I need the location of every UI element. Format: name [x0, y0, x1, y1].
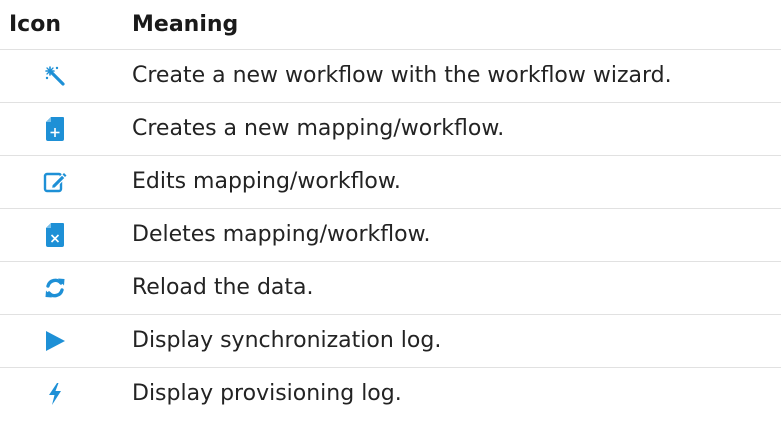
edit-icon [40, 167, 70, 197]
play-icon [40, 326, 70, 356]
row-meaning: Deletes mapping/workflow. [132, 222, 431, 247]
delete-document-icon [40, 220, 70, 250]
row-meaning: Create a new workflow with the workflow … [132, 63, 672, 88]
table-row: Creates a new mapping/workflow. [0, 103, 781, 156]
row-meaning: Creates a new mapping/workflow. [132, 116, 505, 141]
table-row: Deletes mapping/workflow. [0, 209, 781, 262]
reload-icon [40, 273, 70, 303]
lightning-icon [40, 379, 70, 409]
row-meaning: Display synchronization log. [132, 328, 442, 353]
new-document-icon [40, 114, 70, 144]
row-meaning: Edits mapping/workflow. [132, 169, 401, 194]
icon-column-header: Icon [9, 12, 62, 37]
table-header: Icon Meaning [0, 0, 781, 50]
table-row: Create a new workflow with the workflow … [0, 50, 781, 103]
table-row: Edits mapping/workflow. [0, 156, 781, 209]
table-row: Display provisioning log. [0, 368, 781, 420]
row-meaning: Reload the data. [132, 275, 314, 300]
table-row: Display synchronization log. [0, 315, 781, 368]
meaning-column-header: Meaning [132, 12, 239, 37]
row-meaning: Display provisioning log. [132, 381, 402, 406]
table-row: Reload the data. [0, 262, 781, 315]
icon-meaning-table: Icon Meaning Create a new workflow with … [0, 0, 781, 421]
magic-wand-icon [40, 61, 70, 91]
